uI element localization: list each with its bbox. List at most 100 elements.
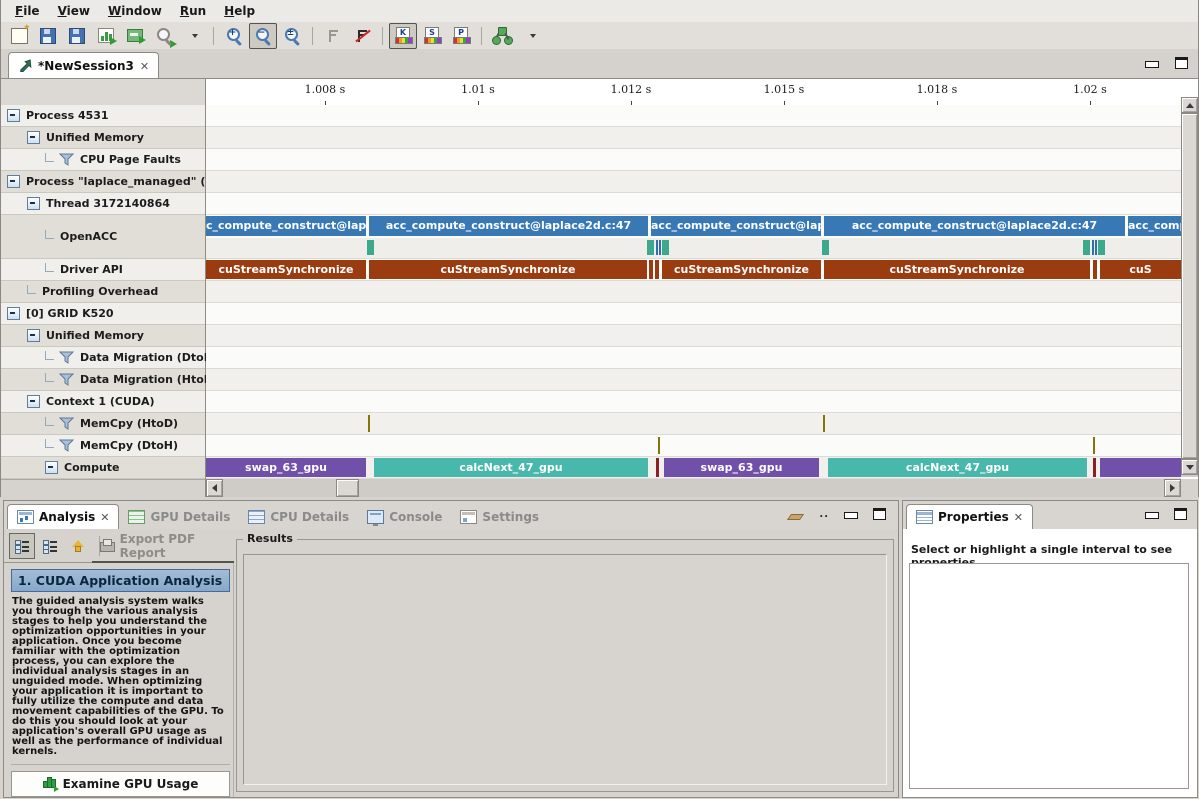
save-all-button[interactable]: ...: [63, 23, 91, 49]
topology-button[interactable]: [488, 23, 516, 49]
kernel-interval[interactable]: calcNext_47_gpu: [374, 458, 648, 477]
topology-dropdown[interactable]: [517, 23, 545, 49]
timeline-ruler[interactable]: 1.008 s 1.01 s 1.012 s 1.015 s 1.018 s 1…: [206, 79, 1181, 106]
tree-row-unified-memory[interactable]: Unified Memory: [1, 127, 205, 149]
zoom-out-button[interactable]: −: [249, 23, 277, 49]
openacc-wait-marker[interactable]: [1098, 240, 1105, 255]
openacc-wait-marker[interactable]: [822, 240, 829, 255]
analyze-dropdown[interactable]: [179, 23, 207, 49]
kernel-interval[interactable]: swap_63_gpu: [206, 458, 366, 477]
openacc-event-marker[interactable]: [1095, 240, 1097, 255]
view-menu-icon[interactable]: [787, 514, 804, 520]
menu-view[interactable]: View: [50, 2, 100, 20]
openacc-event-marker[interactable]: [656, 240, 658, 255]
rename-button[interactable]: [121, 23, 149, 49]
tree-row-openacc[interactable]: OpenACC: [1, 215, 205, 259]
tab-cpu-details[interactable]: CPU Details: [239, 505, 358, 529]
new-session-button[interactable]: [5, 23, 33, 49]
back-up-button[interactable]: [65, 533, 91, 559]
snap-marker-button[interactable]: [319, 23, 347, 49]
driver-api-interval[interactable]: cuStreamSynchronize: [206, 260, 366, 279]
tab-console[interactable]: Console: [358, 505, 451, 529]
tree-row-memcpy-dtoh[interactable]: MemCpy (DtoH): [1, 435, 205, 457]
openacc-event-marker[interactable]: [1092, 240, 1094, 255]
generate-timeline-button[interactable]: [92, 23, 120, 49]
save-button[interactable]: [34, 23, 62, 49]
memcpy-htod-interval[interactable]: [823, 415, 825, 432]
tree-row-memcpy-htod[interactable]: MemCpy (HtoD): [1, 413, 205, 435]
close-icon[interactable]: ✕: [140, 60, 149, 73]
close-icon[interactable]: ✕: [1014, 511, 1023, 524]
openacc-event-marker[interactable]: [659, 240, 661, 255]
tree-row-thread[interactable]: Thread 3172140864: [1, 193, 205, 215]
tab-settings[interactable]: Settings: [451, 505, 548, 529]
scroll-right-button[interactable]: [1164, 479, 1181, 497]
unguided-analysis-button[interactable]: [37, 533, 63, 559]
tab-analysis[interactable]: Analysis ✕: [7, 504, 119, 529]
horizontal-scrollbar-thumb[interactable]: [336, 479, 359, 497]
driver-api-interval[interactable]: cuStreamSynchronize: [369, 260, 647, 279]
zoom-fit-button[interactable]: ±: [278, 23, 306, 49]
vertical-scrollbar[interactable]: [1181, 97, 1198, 477]
tree-row-cpu-page-faults[interactable]: CPU Page Faults: [1, 149, 205, 171]
maximize-icon[interactable]: [1174, 508, 1187, 520]
openacc-interval[interactable]: c_compute_construct@laplace...: [206, 216, 366, 236]
session-tab[interactable]: *NewSession3 ✕: [8, 52, 159, 79]
analyze-button[interactable]: [150, 23, 178, 49]
collapse-icon[interactable]: [27, 329, 40, 342]
tree-row-data-migration-htod[interactable]: Data Migration (HtoD): [1, 369, 205, 391]
collapse-icon[interactable]: [7, 175, 20, 188]
openacc-wait-marker[interactable]: [647, 240, 654, 255]
close-icon[interactable]: ✕: [100, 511, 109, 524]
driver-api-interval[interactable]: [655, 260, 659, 279]
driver-api-interval[interactable]: [1093, 260, 1097, 279]
openacc-wait-marker[interactable]: [662, 240, 669, 255]
scroll-left-button[interactable]: [206, 479, 223, 497]
collapse-icon[interactable]: [7, 109, 20, 122]
minimize-icon[interactable]: [1145, 61, 1159, 68]
kernel-interval[interactable]: calcNext_47_gpu: [828, 458, 1087, 477]
collapse-icon[interactable]: [27, 395, 40, 408]
clear-marker-button[interactable]: [348, 23, 376, 49]
tree-row-profiling-overhead[interactable]: Profiling Overhead: [1, 281, 205, 303]
openacc-interval[interactable]: acc_compute_construct@laplace...: [651, 216, 821, 236]
memcpy-dtoh-interval[interactable]: [1093, 437, 1095, 454]
menu-file[interactable]: File: [7, 2, 50, 20]
tree-row-grid-k520[interactable]: [0] GRID K520: [1, 303, 205, 325]
tree-row-driver-api[interactable]: Driver API: [1, 259, 205, 281]
tree-row-process-laplace[interactable]: Process "laplace_managed" (538): [1, 171, 205, 193]
kernel-view-button[interactable]: K: [389, 23, 417, 49]
collapse-icon[interactable]: [27, 197, 40, 210]
openacc-interval[interactable]: acc_compute_construct@laplace2d.c:47: [369, 216, 648, 236]
zoom-in-button[interactable]: +: [220, 23, 248, 49]
maximize-icon[interactable]: [873, 508, 886, 520]
openacc-interval[interactable]: acc_comp: [1128, 216, 1181, 236]
memcpy-dtoh-interval[interactable]: [658, 437, 660, 454]
tree-row-compute[interactable]: Compute: [1, 457, 205, 479]
tree-row-process-4531[interactable]: Process 4531: [1, 105, 205, 127]
maximize-icon[interactable]: [1175, 57, 1188, 69]
memcpy-htod-interval[interactable]: [368, 415, 370, 432]
horizontal-scrollbar[interactable]: [206, 479, 1181, 497]
openacc-wait-marker[interactable]: [1083, 240, 1090, 255]
tree-row-context-1[interactable]: Context 1 (CUDA): [1, 391, 205, 413]
tab-gpu-details[interactable]: GPU Details: [119, 505, 239, 529]
process-view-button[interactable]: P: [447, 23, 475, 49]
tree-row-unified-memory-gpu[interactable]: Unified Memory: [1, 325, 205, 347]
menu-help[interactable]: Help: [216, 2, 265, 20]
driver-api-interval[interactable]: cuS: [1100, 260, 1181, 279]
collapse-icon[interactable]: [27, 131, 40, 144]
tree-row-data-migration-dtoh[interactable]: Data Migration (DtoH): [1, 347, 205, 369]
driver-api-interval[interactable]: [649, 260, 653, 279]
menu-run[interactable]: Run: [172, 2, 216, 20]
menu-window[interactable]: Window: [100, 2, 172, 20]
openacc-wait-marker[interactable]: [367, 240, 374, 255]
scroll-down-button[interactable]: [1181, 459, 1198, 475]
kernel-interval[interactable]: [656, 458, 659, 477]
kernel-interval[interactable]: [1093, 458, 1096, 477]
openacc-interval[interactable]: acc_compute_construct@laplace2d.c:47: [824, 216, 1125, 236]
driver-api-interval[interactable]: cuStreamSynchronize: [662, 260, 821, 279]
minimize-icon[interactable]: [844, 512, 858, 519]
collapse-icon[interactable]: [45, 461, 58, 474]
guided-analysis-button[interactable]: [9, 533, 35, 559]
